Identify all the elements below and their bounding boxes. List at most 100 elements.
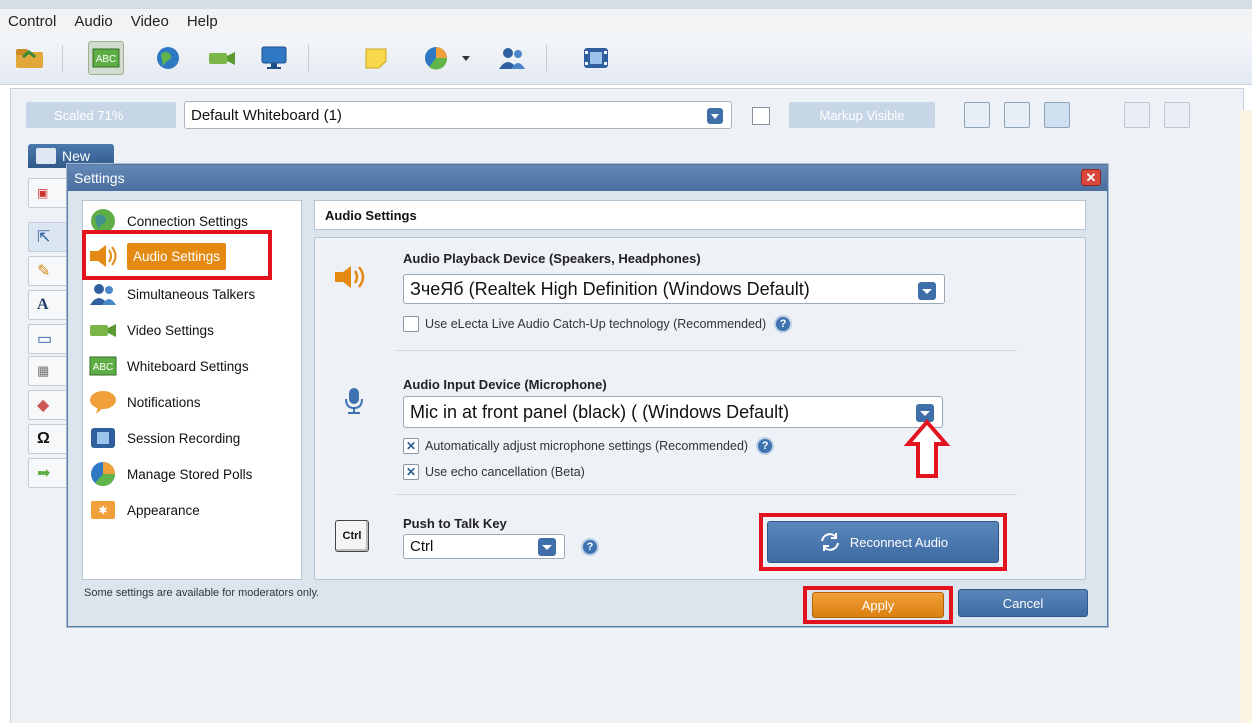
redo-button[interactable] <box>1164 102 1190 128</box>
red-arrow-annotation <box>904 418 950 478</box>
microphone-icon <box>343 386 365 421</box>
help-icon[interactable]: ? <box>774 315 793 333</box>
playback-device-value: ЗчеЯб (Realtek High Definition (Windows … <box>410 278 810 299</box>
markup-visible-button[interactable]: Markup Visible <box>789 102 935 128</box>
svg-text:✱: ✱ <box>98 505 107 517</box>
cursor-icon: ⇱ <box>37 229 51 246</box>
main-toolbar: ABC <box>0 33 1252 85</box>
new-page-icon <box>36 148 56 164</box>
close-button[interactable]: ✕ <box>1081 169 1101 186</box>
key-icon-label: Ctrl <box>342 530 362 542</box>
text-icon: A <box>37 296 49 313</box>
apply-button[interactable]: Apply <box>812 592 944 618</box>
window-top-edge <box>0 0 1252 9</box>
rectangle-icon: ▭ <box>37 331 53 348</box>
help-icon[interactable]: ? <box>581 538 599 556</box>
nav-label: Video Settings <box>127 322 214 338</box>
notes-button[interactable] <box>358 41 394 75</box>
menu-control[interactable]: Control <box>8 13 56 30</box>
reconnect-audio-button[interactable]: Reconnect Audio <box>767 521 999 563</box>
panel-title: Audio Settings <box>314 200 1086 230</box>
symbol-tool[interactable]: Ω <box>28 424 68 454</box>
monitor-icon <box>261 46 287 69</box>
nav-appearance[interactable]: ✱ Appearance <box>85 493 299 527</box>
nav-notifications[interactable]: Notifications <box>85 385 299 419</box>
section-divider <box>395 494 1017 495</box>
pie-chart-icon <box>425 47 448 70</box>
toolbar-separator <box>308 45 309 73</box>
abc-icon: ABC <box>92 48 120 68</box>
nav-session-recording[interactable]: Session Recording <box>85 421 299 455</box>
dialog-title-bar[interactable]: Settings <box>68 165 1107 191</box>
eraser-tool[interactable]: ◆ <box>28 390 68 420</box>
catchup-checkbox[interactable] <box>403 316 419 332</box>
catchup-row: Use eLecta Live Audio Catch-Up technolog… <box>403 315 793 333</box>
audio-settings-highlight <box>82 230 272 280</box>
whiteboard-select[interactable]: Default Whiteboard (1) <box>184 101 732 129</box>
ptt-label: Push to Talk Key <box>403 516 507 531</box>
eraser-icon: ◆ <box>37 397 50 414</box>
screen-share-button[interactable] <box>256 41 292 75</box>
recording-button[interactable] <box>578 41 614 75</box>
auto-adjust-checkbox[interactable]: ✕ <box>403 438 419 454</box>
arrow-tool[interactable]: ➡ <box>28 458 68 488</box>
nav-label: Appearance <box>127 502 200 518</box>
chevron-down-icon <box>538 538 556 556</box>
web-browser-button[interactable] <box>150 41 186 75</box>
polls-button[interactable] <box>418 41 454 75</box>
speech-bubble-icon <box>85 388 121 416</box>
close-icon: ✕ <box>1085 169 1097 185</box>
auto-adjust-label: Automatically adjust microphone settings… <box>425 439 749 453</box>
echo-label: Use echo cancellation (Beta) <box>425 465 585 479</box>
speaker-large-icon <box>333 264 371 295</box>
pencil-icon: ✎ <box>37 263 51 280</box>
nav-label: Whiteboard Settings <box>127 358 249 374</box>
whiteboard-checkbox[interactable] <box>752 107 770 125</box>
camera-icon <box>209 52 235 65</box>
omega-icon: Ω <box>37 430 50 447</box>
input-device-select[interactable]: Mic in at front panel (black) ( (Windows… <box>403 396 943 428</box>
toolbar-separator <box>62 45 63 73</box>
playback-device-select[interactable]: ЗчеЯб (Realtek High Definition (Windows … <box>403 274 945 304</box>
help-icon[interactable]: ? <box>756 437 775 455</box>
delete-tool[interactable]: ▣ <box>28 178 68 208</box>
arrow-icon: ➡ <box>37 465 51 482</box>
text-tool[interactable]: A <box>28 290 68 320</box>
menu-bar: Control Audio Video Help <box>0 9 1252 33</box>
audio-settings-panel: Audio Playback Device (Speakers, Headpho… <box>314 237 1086 580</box>
svg-text:ABC: ABC <box>93 362 114 373</box>
cancel-button[interactable]: Cancel <box>958 589 1088 617</box>
playback-device-label: Audio Playback Device (Speakers, Headpho… <box>403 251 701 266</box>
select-tool[interactable]: ⇱ <box>28 222 68 252</box>
fit-screen-button[interactable] <box>1044 102 1070 128</box>
nav-simultaneous-talkers[interactable]: Simultaneous Talkers <box>85 277 299 311</box>
table-tool[interactable]: ▦ <box>28 356 68 386</box>
menu-help[interactable]: Help <box>187 13 218 30</box>
nav-video-settings[interactable]: Video Settings <box>85 313 299 347</box>
ptt-key-select[interactable]: Ctrl <box>403 534 565 559</box>
delete-icon: ▣ <box>37 186 49 200</box>
nav-manage-stored-polls[interactable]: Manage Stored Polls <box>85 457 299 491</box>
fit-width-button[interactable] <box>1004 102 1030 128</box>
toolbar-separator <box>546 45 547 73</box>
folder-button[interactable] <box>12 41 48 75</box>
participants-button[interactable] <box>494 41 530 75</box>
scale-indicator[interactable]: Scaled 71% <box>26 102 176 128</box>
fit-page-button[interactable] <box>964 102 990 128</box>
palette-icon: ✱ <box>85 496 121 524</box>
echo-checkbox[interactable]: ✕ <box>403 464 419 480</box>
nav-label: Notifications <box>127 394 201 410</box>
pen-tool[interactable]: ✎ <box>28 256 68 286</box>
sticky-note-icon <box>365 48 387 69</box>
video-button[interactable] <box>204 41 240 75</box>
chevron-down-icon <box>707 108 723 124</box>
rectangle-tool[interactable]: ▭ <box>28 324 68 354</box>
polls-dropdown[interactable] <box>456 41 476 75</box>
menu-audio[interactable]: Audio <box>74 13 112 30</box>
nav-label: Manage Stored Polls <box>127 466 253 482</box>
whiteboard-button[interactable]: ABC <box>88 41 124 75</box>
nav-whiteboard-settings[interactable]: ABC Whiteboard Settings <box>85 349 299 383</box>
nav-label: Connection Settings <box>127 213 248 229</box>
menu-video[interactable]: Video <box>131 13 169 30</box>
undo-button[interactable] <box>1124 102 1150 128</box>
